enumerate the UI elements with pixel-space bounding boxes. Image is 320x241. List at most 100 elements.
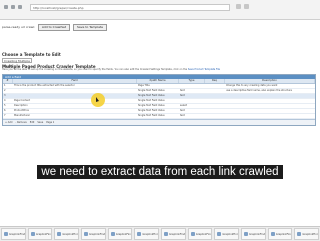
taskbar-label: GreplinkFinder.xlsx (62, 232, 78, 236)
add-crawlset-button[interactable]: Add to CrawlSet (37, 23, 71, 31)
desc-cell[interactable]: Change this to any crawling data you wan… (225, 84, 315, 88)
address-bar[interactable]: http://localhost/grepsr/create.php (30, 4, 230, 11)
taskbar-label: GreplinkFinder.xlsx (169, 232, 185, 236)
req-cell[interactable] (205, 114, 225, 118)
fields-grid: Add a field # Field Xpath Name Type Req … (2, 74, 316, 126)
xpath-cell[interactable]: Page Title (137, 84, 179, 88)
template-select[interactable]: Crawling Multiple Pages (2, 58, 32, 68)
type-cell[interactable]: text (179, 89, 205, 93)
menu-icon[interactable] (244, 4, 249, 9)
page-indicator: Page 1 (46, 121, 55, 124)
desc-cell[interactable]: use a descriptive field name, also expla… (225, 89, 315, 93)
xpath-cell[interactable]: Single Text Field Value (137, 109, 179, 113)
field-cell[interactable]: This is the product title extracted with… (13, 84, 137, 88)
crawl-label: parse-ready url crawl: (2, 25, 35, 29)
file-icon (84, 232, 89, 236)
xpath-cell[interactable]: Single Text Field Value (137, 89, 179, 93)
type-cell[interactable] (179, 84, 205, 88)
back-icon[interactable] (4, 5, 8, 9)
file-icon (30, 232, 35, 236)
taskbar-item[interactable]: GreplinkFinder.xlsx (294, 228, 320, 240)
req-cell[interactable] (205, 104, 225, 108)
xpath-cell[interactable]: Single Text Field Value (137, 104, 179, 108)
save-template-button[interactable]: Save to Template (73, 23, 107, 31)
video-caption: we need to extract data from each link c… (0, 165, 320, 179)
file-icon (4, 232, 8, 236)
req-cell[interactable] (205, 84, 225, 88)
taskbar-item[interactable]: GreplinkFinder.xlsx (27, 228, 53, 240)
file-icon (110, 232, 115, 236)
desc-cell[interactable] (225, 104, 315, 108)
file-icon (270, 232, 275, 236)
file-icon (297, 232, 302, 236)
taskbar-item[interactable]: GreplinkFinder.xlsx (134, 228, 160, 240)
taskbar-item[interactable]: GreplinkFinder.xlsx (1, 228, 26, 240)
taskbar-item[interactable]: GreplinkFinder.xlsx (54, 228, 80, 240)
template-link[interactable]: Save Product Template File (188, 68, 220, 71)
xpath-cell[interactable]: Single Text Field Value (137, 114, 179, 118)
col-header[interactable]: Req (205, 79, 225, 83)
col-header[interactable]: Field (13, 79, 137, 83)
taskbar-item[interactable]: GreplinkFinder.xlsx (267, 228, 293, 240)
desc-cell[interactable] (225, 94, 315, 98)
edit-row-button[interactable]: Edit (30, 121, 35, 124)
taskbar-label: GreplinkFinder.xlsx (222, 232, 238, 236)
col-header[interactable]: Type (179, 79, 205, 83)
grid-pager: + Add - Remove Edit Save Page 1 (3, 119, 315, 125)
type-cell[interactable]: text (179, 109, 205, 113)
col-header[interactable]: Xpath Name (137, 79, 179, 83)
type-cell[interactable]: text (179, 114, 205, 118)
desc-cell[interactable] (225, 114, 315, 118)
taskbar-item[interactable]: GreplinkFinder.xlsx (107, 228, 133, 240)
field-input[interactable] (13, 94, 137, 98)
file-icon (190, 232, 195, 236)
field-cell[interactable]: ProductPrice (13, 109, 137, 113)
taskbar-label: GreplinkFinder.xlsx (302, 232, 318, 236)
forward-icon[interactable] (11, 5, 15, 9)
remove-row-button[interactable]: - Remove (15, 121, 26, 124)
file-icon (164, 232, 169, 236)
col-header[interactable]: Description (225, 79, 315, 83)
type-cell[interactable]: select (179, 104, 205, 108)
row-number: 5 (4, 104, 6, 107)
taskbar-label: GreplinkFinder.xlsx (249, 232, 265, 236)
req-cell[interactable] (205, 109, 225, 113)
mouse-pointer-icon (96, 97, 99, 102)
xpath-cell[interactable]: Single Text Field Value (137, 99, 179, 103)
file-icon (57, 232, 62, 236)
browser-toolbar: http://localhost/grepsr/create.php (0, 0, 320, 20)
taskbar-label: GreplinkFinder.xlsx (275, 232, 292, 236)
taskbar-item[interactable]: GreplinkFinder.xlsx (241, 228, 266, 240)
taskbar: GreplinkFinder.xlsx GreplinkFinder.xlsx … (0, 226, 320, 241)
bookmark-icon[interactable] (236, 4, 241, 9)
field-cell[interactable]: Page Content (13, 99, 137, 103)
req-cell[interactable] (205, 99, 225, 103)
desc-cell[interactable] (225, 99, 315, 103)
field-cell[interactable] (13, 89, 137, 93)
type-cell[interactable] (179, 99, 205, 103)
row-number: 1 (4, 84, 6, 87)
field-cell[interactable]: Description (13, 104, 137, 108)
xpath-cell[interactable]: Single Text Field Value (137, 94, 179, 98)
type-cell[interactable]: text (179, 94, 205, 98)
save-grid-button[interactable]: Save (37, 121, 43, 124)
caption-text: we need to extract data from each link c… (37, 165, 283, 179)
taskbar-label: GreplinkFinder.xlsx (9, 232, 25, 236)
row-number: 4 (4, 99, 6, 102)
row-number: 2 (4, 89, 6, 92)
taskbar-item[interactable]: GreplinkFinder.xlsx (161, 228, 186, 240)
file-icon (217, 232, 222, 236)
add-row-button[interactable]: + Add (5, 121, 12, 124)
row-number: 6 (4, 109, 6, 112)
reload-icon[interactable] (18, 5, 22, 9)
field-cell[interactable]: Manufacturer (13, 114, 137, 118)
row-number: 7 (4, 114, 6, 117)
taskbar-label: GreplinkFinder.xlsx (115, 232, 132, 236)
desc-cell[interactable] (225, 109, 315, 113)
taskbar-item[interactable]: GreplinkFinder.xlsx (187, 228, 213, 240)
taskbar-item[interactable]: GreplinkFinder.xlsx (81, 228, 106, 240)
req-cell[interactable] (205, 89, 225, 93)
req-cell[interactable] (205, 94, 225, 98)
col-header[interactable]: # (3, 79, 13, 83)
taskbar-item[interactable]: GreplinkFinder.xlsx (214, 228, 240, 240)
